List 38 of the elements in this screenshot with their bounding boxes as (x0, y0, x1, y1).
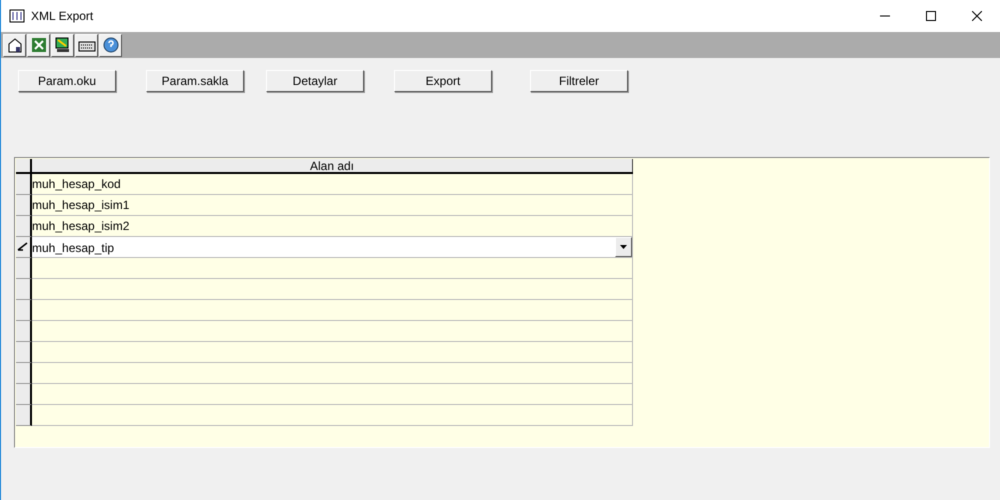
computer-icon (54, 36, 72, 54)
action-button[interactable]: Param.oku (18, 70, 116, 92)
row-header[interactable] (16, 321, 32, 342)
column-header[interactable]: Alan adı (32, 159, 633, 172)
row-header[interactable] (16, 405, 32, 426)
row-header[interactable] (16, 174, 32, 195)
window-title: XML Export (31, 8, 94, 25)
app-icon (9, 8, 25, 24)
row-header[interactable] (16, 279, 32, 300)
field-value: muh_hesap_tip (32, 240, 116, 257)
cell-text: muh_hesap_isim2 (32, 218, 130, 235)
action-button[interactable]: Param.sakla (146, 70, 244, 92)
action-button[interactable]: Filtreler (530, 70, 628, 92)
cell-text: muh_hesap_kod (32, 176, 122, 193)
combo-field[interactable]: muh_hesap_tip (32, 237, 633, 258)
house-icon (6, 36, 24, 54)
row-header[interactable] (16, 237, 32, 258)
spreadsheet-icon (30, 36, 48, 54)
toolbar-button[interactable] (51, 34, 74, 56)
row-header[interactable] (16, 216, 32, 237)
dropdown-button[interactable] (615, 237, 632, 257)
toolbar-button[interactable] (99, 34, 122, 56)
row-header[interactable] (16, 258, 32, 279)
action-button[interactable]: Detaylar (266, 70, 364, 92)
help-icon (102, 36, 120, 54)
toolbar-button[interactable] (3, 34, 26, 56)
maximize-icon (926, 11, 936, 21)
toolbar-button[interactable] (75, 34, 98, 56)
row-header[interactable] (16, 195, 32, 216)
row-header[interactable] (16, 384, 32, 405)
cell-text: muh_hesap_isim1 (32, 197, 130, 214)
action-button[interactable]: Export (394, 70, 492, 92)
caret-icon (620, 245, 627, 249)
toolbar-button[interactable] (27, 34, 50, 56)
row-header[interactable] (16, 342, 32, 363)
row-header[interactable] (16, 363, 32, 384)
close-icon (972, 11, 982, 21)
row-header[interactable] (16, 300, 32, 321)
